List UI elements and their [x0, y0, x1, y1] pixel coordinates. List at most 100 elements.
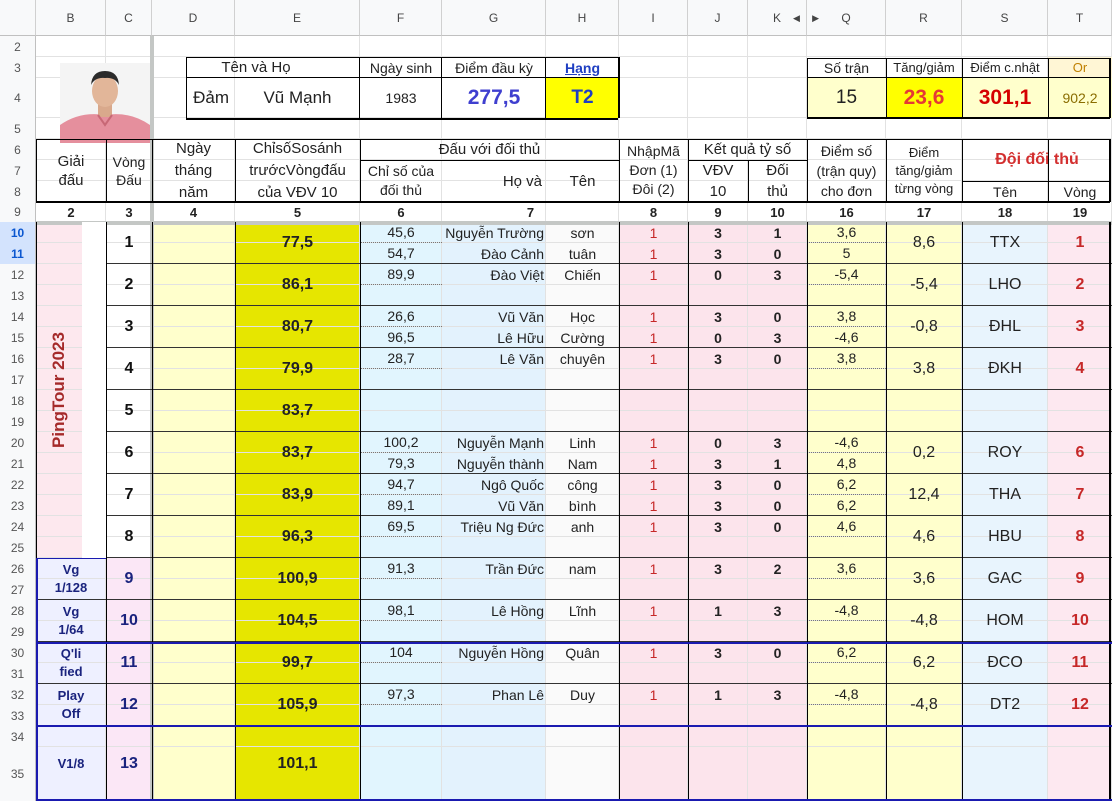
round-change: -0,8 — [910, 318, 938, 335]
column-header-C[interactable]: C — [106, 0, 152, 36]
row-header-12[interactable]: 12 — [0, 264, 36, 285]
match-entry-code: 1 — [649, 350, 658, 367]
header-col-border — [106, 139, 107, 202]
row-header-10[interactable]: 10 — [0, 222, 36, 243]
column-header-T[interactable]: T — [1048, 0, 1112, 36]
opp-col-border — [360, 222, 361, 801]
header-result: Kết quả tỷ số — [703, 141, 792, 158]
opponent-team-name: LHO — [988, 276, 1022, 293]
date-col-border — [152, 222, 153, 801]
row-header-24[interactable]: 24 — [0, 516, 36, 537]
row-header-28[interactable]: 28 — [0, 600, 36, 621]
stage-label: Play Off — [57, 688, 85, 721]
match-opponent-last-name: Triệu Ng Đức — [460, 518, 544, 535]
round-index: 83,7 — [281, 444, 314, 461]
v18-top-border — [36, 725, 1112, 727]
header-k-border — [748, 160, 749, 202]
hidden-columns-arrows-icon[interactable]: ◀ ▶ — [793, 10, 819, 26]
row-header-9[interactable]: 9 — [0, 202, 36, 222]
result-col-border — [688, 222, 689, 801]
row-header-15[interactable]: 15 — [0, 327, 36, 348]
row-header-16[interactable]: 16 — [0, 348, 36, 369]
stage-label: Vg 1/64 — [58, 604, 84, 637]
header-opp-first: Tên — [569, 172, 596, 190]
row-header-27[interactable]: 27 — [0, 579, 36, 600]
match-score-player: 3 — [714, 518, 722, 535]
row-header-25[interactable]: 25 — [0, 537, 36, 558]
match-score-opponent: 0 — [773, 350, 782, 367]
match-score-opponent: 0 — [773, 476, 782, 493]
match-entry-code: 1 — [649, 245, 658, 262]
select-all-corner[interactable] — [0, 0, 36, 36]
row-header-13[interactable]: 13 — [0, 285, 36, 306]
match-opponent-last-name: Nguyễn Trường — [445, 224, 544, 241]
column-header-I[interactable]: I — [619, 0, 688, 36]
column-header-G[interactable]: G — [442, 0, 546, 36]
match-score-player: 3 — [714, 476, 722, 493]
header-col-border — [688, 139, 689, 202]
opponent-team-round: 11 — [1071, 654, 1089, 671]
summary-box-top — [807, 58, 1110, 59]
column-header-E[interactable]: E — [235, 0, 360, 36]
opponent-team-round: 3 — [1075, 318, 1085, 335]
row-header-17[interactable]: 17 — [0, 369, 36, 390]
column-header-J[interactable]: J — [688, 0, 748, 36]
start-points-header: Điểm đầu kỳ — [455, 59, 533, 76]
row-header-21[interactable]: 21 — [0, 453, 36, 474]
match-opponent-index: 26,6 — [360, 306, 442, 327]
match-entry-code: 1 — [649, 308, 658, 325]
row-header-2[interactable]: 2 — [0, 36, 36, 57]
tournament-left-border — [36, 222, 37, 558]
summary-box-sep — [886, 58, 887, 118]
column-header-D[interactable]: D — [152, 0, 235, 36]
column-number-C: 3 — [125, 204, 133, 220]
row-header-3[interactable]: 3 — [0, 57, 36, 78]
right-border — [1109, 222, 1111, 801]
row-header-14[interactable]: 14 — [0, 306, 36, 327]
row-header-33[interactable]: 33 — [0, 705, 36, 726]
column-header-R[interactable]: R — [886, 0, 962, 36]
header-round: Vòng Đấu — [112, 153, 146, 188]
row-header-11[interactable]: 11 — [0, 243, 36, 264]
column-header-F[interactable]: F — [360, 0, 442, 36]
row-header-26[interactable]: 26 — [0, 558, 36, 579]
summary-or-value: 902,2 — [1048, 78, 1112, 118]
row-header-32[interactable]: 32 — [0, 684, 36, 705]
row-header-35[interactable]: 35 — [0, 747, 36, 801]
player-box-left — [186, 57, 187, 118]
column-header-B[interactable]: B — [36, 0, 106, 36]
match-score-opponent: 0 — [773, 644, 782, 661]
match-opponent-last-name: Vũ Văn — [498, 497, 544, 514]
round-index: 86,1 — [281, 276, 314, 293]
match-opponent-last-name: Đào Việt — [490, 266, 544, 283]
row-header-4[interactable]: 4 — [0, 78, 36, 118]
row-header-34[interactable]: 34 — [0, 726, 36, 747]
row-header-8[interactable]: 8 — [0, 181, 36, 202]
row-header-31[interactable]: 31 — [0, 663, 36, 684]
row-header-19[interactable]: 19 — [0, 411, 36, 432]
match-opponent-last-name: Lê Hữu — [497, 329, 544, 346]
match-opponent-index: 96,5 — [360, 327, 442, 348]
match-score-opponent: 0 — [773, 308, 782, 325]
column-header-S[interactable]: S — [962, 0, 1048, 36]
row-header-29[interactable]: 29 — [0, 621, 36, 642]
match-score-player: 0 — [714, 266, 722, 283]
column-header-H[interactable]: H — [546, 0, 619, 36]
round-number: 6 — [124, 444, 134, 461]
row-header-22[interactable]: 22 — [0, 474, 36, 495]
row-header-18[interactable]: 18 — [0, 390, 36, 411]
row-header-23[interactable]: 23 — [0, 495, 36, 516]
match-score-opponent: 1 — [773, 455, 782, 472]
opponent-team-round: 4 — [1075, 360, 1085, 377]
row-header-5[interactable]: 5 — [0, 118, 36, 139]
column-number-B: 2 — [67, 204, 75, 220]
match-score-points: 6,2 — [807, 642, 886, 663]
row-header-6[interactable]: 6 — [0, 139, 36, 160]
match-score-points: -4,6 — [807, 432, 886, 453]
row-header-20[interactable]: 20 — [0, 432, 36, 453]
row-header-7[interactable]: 7 — [0, 160, 36, 181]
opponent-team-round: 6 — [1075, 444, 1085, 461]
round-number: 9 — [124, 570, 134, 587]
row-header-30[interactable]: 30 — [0, 642, 36, 663]
match-opponent-first-name: công — [567, 476, 598, 493]
